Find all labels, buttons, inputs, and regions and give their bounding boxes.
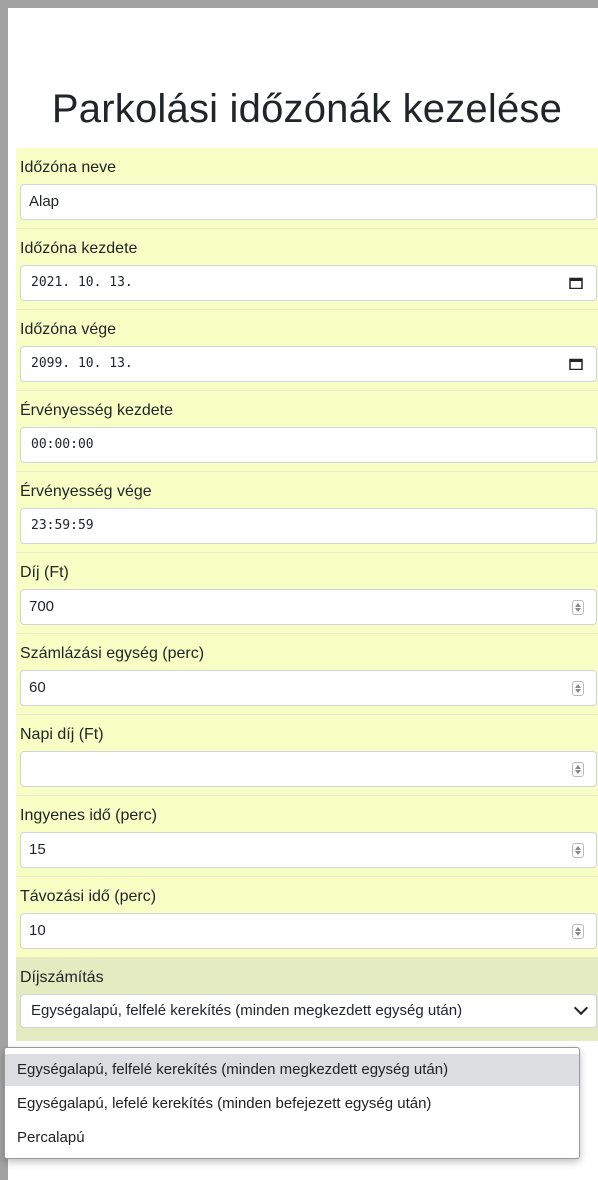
billing-unit-value: 60 (29, 679, 46, 696)
pricing-option[interactable]: Egységalapú, lefelé kerekítés (minden be… (5, 1088, 579, 1120)
spinner-icon[interactable] (572, 681, 584, 696)
window-left-edge (0, 0, 8, 1180)
field-label: Napi díj (Ft) (20, 726, 104, 743)
field-group-end-date: Időzóna vége 2099. 10. 13. (16, 310, 598, 391)
field-label: Időzóna vége (20, 321, 117, 338)
start-date-value: 2021. 10. 13. (31, 275, 133, 290)
end-date-value: 2099. 10. 13. (31, 356, 133, 371)
timezone-name-input[interactable]: Alap (20, 184, 597, 220)
daily-fee-input[interactable] (20, 751, 597, 787)
field-group-fee: Díj (Ft) 700 (16, 553, 598, 634)
field-group-daily-fee: Napi díj (Ft) (16, 715, 598, 796)
field-label: Számlázási egység (perc) (20, 645, 205, 662)
validity-end-input[interactable]: 23:59:59 (20, 508, 597, 544)
fee-input[interactable]: 700 (20, 589, 597, 625)
field-label: Díj (Ft) (20, 564, 69, 581)
field-label: Ingyenes idő (perc) (20, 807, 157, 824)
page: Parkolási időzónák kezelése Időzóna neve… (16, 8, 598, 1180)
validity-start-input[interactable]: 00:00:00 (20, 427, 597, 463)
field-group-leave-time: Távozási idő (perc) 10 (16, 877, 598, 958)
field-group-validity-end: Érvényesség vége 23:59:59 (16, 472, 598, 553)
spinner-icon[interactable] (572, 843, 584, 858)
leave-time-input[interactable]: 10 (20, 913, 597, 949)
field-group-name: Időzóna neve Alap (16, 148, 598, 229)
spinner-icon[interactable] (572, 600, 584, 615)
field-group-start-date: Időzóna kezdete 2021. 10. 13. (16, 229, 598, 310)
field-group-validity-start: Érvényesség kezdete 00:00:00 (16, 391, 598, 472)
start-date-input[interactable]: 2021. 10. 13. (20, 265, 597, 301)
calendar-icon[interactable] (569, 358, 583, 370)
field-label: Időzóna neve (20, 159, 117, 176)
field-label: Érvényesség kezdete (20, 402, 173, 419)
pricing-option[interactable]: Egységalapú, felfelé kerekítés (minden m… (5, 1054, 579, 1086)
leave-time-value: 10 (29, 922, 46, 939)
free-time-input[interactable]: 15 (20, 832, 597, 868)
field-group-pricing: Díjszámítás Egységalapú, felfelé kerekít… (16, 958, 598, 1041)
billing-unit-input[interactable]: 60 (20, 670, 597, 706)
field-group-free-time: Ingyenes idő (perc) 15 (16, 796, 598, 877)
pricing-select[interactable]: Egységalapú, felfelé kerekítés (minden m… (20, 994, 597, 1028)
field-group-billing-unit: Számlázási egység (perc) 60 (16, 634, 598, 715)
page-title: Parkolási időzónák kezelése (51, 86, 563, 131)
free-time-value: 15 (29, 841, 46, 858)
field-label: Távozási idő (perc) (20, 888, 157, 905)
end-date-input[interactable]: 2099. 10. 13. (20, 346, 597, 382)
chevron-down-icon[interactable] (573, 1000, 589, 1016)
calendar-icon[interactable] (569, 277, 583, 289)
pricing-dropdown-list: Egységalapú, felfelé kerekítés (minden m… (4, 1047, 580, 1159)
timezone-form: Időzóna neve Alap Időzóna kezdete 2021. … (16, 148, 598, 1041)
field-label: Időzóna kezdete (20, 240, 138, 257)
spinner-icon[interactable] (572, 762, 584, 777)
field-label: Érvényesség vége (20, 483, 152, 500)
spinner-icon[interactable] (572, 924, 584, 939)
fee-value: 700 (29, 598, 55, 615)
window-top-edge (0, 0, 598, 8)
pricing-selected-value: Egységalapú, felfelé kerekítés (minden m… (31, 1002, 463, 1019)
field-label: Díjszámítás (20, 969, 104, 986)
pricing-option[interactable]: Percalapú (5, 1122, 579, 1154)
